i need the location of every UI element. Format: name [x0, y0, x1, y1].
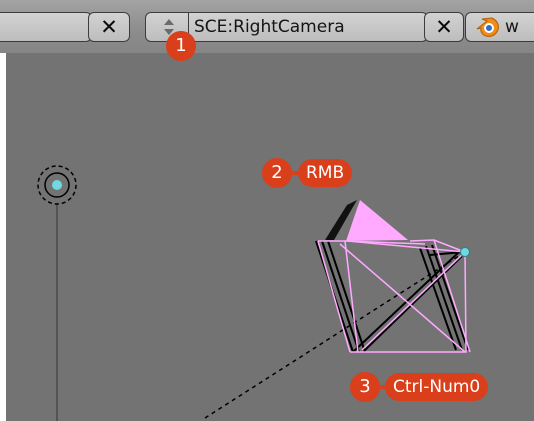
callout-badge-2: 2: [262, 158, 292, 188]
lamp-icon[interactable]: [37, 165, 77, 421]
callout-badge-1: 1: [166, 31, 196, 61]
viewport-scene: [37, 165, 471, 421]
callout-label-rmb: RMB: [298, 159, 353, 187]
callout-label-ctrl-num0: Ctrl-Num0: [385, 373, 489, 401]
callout-badge-3: 3: [350, 372, 380, 402]
blender-window: ✕ SCE:RightCamera ✕ w 1 2 RMB 3 Ctrl-Num…: [0, 0, 534, 421]
camera-object-icon[interactable]: [315, 200, 471, 353]
